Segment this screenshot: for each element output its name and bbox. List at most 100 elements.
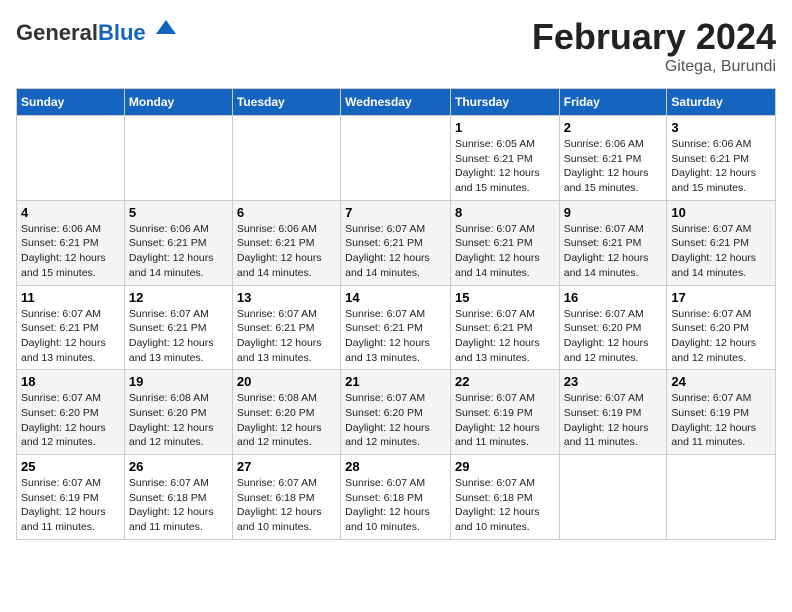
weekday-header: Friday xyxy=(559,89,667,116)
day-info: Sunrise: 6:07 AMSunset: 6:19 PMDaylight:… xyxy=(21,476,120,535)
calendar-cell: 16Sunrise: 6:07 AMSunset: 6:20 PMDayligh… xyxy=(559,285,667,370)
day-info: Sunrise: 6:06 AMSunset: 6:21 PMDaylight:… xyxy=(671,137,771,196)
day-info: Sunrise: 6:07 AMSunset: 6:20 PMDaylight:… xyxy=(671,307,771,366)
calendar-cell: 15 Sunrise: 6:07 AMSunset: 6:21 PMDayligh… xyxy=(450,285,559,370)
day-number: 8 xyxy=(455,205,555,220)
calendar-cell: 21Sunrise: 6:07 AMSunset: 6:20 PMDayligh… xyxy=(341,370,451,455)
calendar-week-row: 18 Sunrise: 6:07 AMSunset: 6:20 PMDayligh… xyxy=(17,370,776,455)
day-number: 21 xyxy=(345,374,446,389)
calendar-cell: 26 Sunrise: 6:07 AMSunset: 6:18 PMDayligh… xyxy=(124,455,232,540)
weekday-header: Wednesday xyxy=(341,89,451,116)
day-number: 14 xyxy=(345,290,446,305)
day-number: 15 xyxy=(455,290,555,305)
day-info: Sunrise: 6:08 AMSunset: 6:20 PMDaylight:… xyxy=(237,391,336,450)
day-number: 17 xyxy=(671,290,771,305)
day-number: 1 xyxy=(455,120,555,135)
weekday-header: Saturday xyxy=(667,89,776,116)
day-number: 24 xyxy=(671,374,771,389)
calendar-table: SundayMondayTuesdayWednesdayThursdayFrid… xyxy=(16,88,776,540)
calendar-week-row: 25 Sunrise: 6:07 AMSunset: 6:19 PMDayligh… xyxy=(17,455,776,540)
weekday-header: Monday xyxy=(124,89,232,116)
logo-icon xyxy=(154,16,178,40)
calendar-cell: 20 Sunrise: 6:08 AMSunset: 6:20 PMDayligh… xyxy=(232,370,340,455)
day-info: Sunrise: 6:06 AMSunset: 6:21 PMDaylight:… xyxy=(237,222,336,281)
day-info: Sunrise: 6:07 AMSunset: 6:18 PMDaylight:… xyxy=(129,476,228,535)
calendar-cell: 22 Sunrise: 6:07 AMSunset: 6:19 PMDayligh… xyxy=(450,370,559,455)
calendar-cell: 23 Sunrise: 6:07 AMSunset: 6:19 PMDayligh… xyxy=(559,370,667,455)
day-number: 9 xyxy=(564,205,663,220)
weekday-header: Sunday xyxy=(17,89,125,116)
day-info: Sunrise: 6:07 AMSunset: 6:21 PMDaylight:… xyxy=(129,307,228,366)
day-info: Sunrise: 6:06 AMSunset: 6:21 PMDaylight:… xyxy=(21,222,120,281)
day-info: Sunrise: 6:07 AMSunset: 6:20 PMDaylight:… xyxy=(21,391,120,450)
calendar-cell: 24Sunrise: 6:07 AMSunset: 6:19 PMDayligh… xyxy=(667,370,776,455)
day-info: Sunrise: 6:07 AMSunset: 6:21 PMDaylight:… xyxy=(21,307,120,366)
calendar-cell: 10 Sunrise: 6:07 AMSunset: 6:21 PMDayligh… xyxy=(667,200,776,285)
calendar-cell: 14 Sunrise: 6:07 AMSunset: 6:21 PMDayligh… xyxy=(341,285,451,370)
day-number: 25 xyxy=(21,459,120,474)
day-info: Sunrise: 6:07 AMSunset: 6:21 PMDaylight:… xyxy=(564,222,663,281)
day-info: Sunrise: 6:06 AMSunset: 6:21 PMDaylight:… xyxy=(564,137,663,196)
weekday-header: Tuesday xyxy=(232,89,340,116)
calendar-cell: 28Sunrise: 6:07 AMSunset: 6:18 PMDayligh… xyxy=(341,455,451,540)
calendar-cell xyxy=(559,455,667,540)
calendar-cell: 12 Sunrise: 6:07 AMSunset: 6:21 PMDayligh… xyxy=(124,285,232,370)
calendar-cell xyxy=(341,116,451,201)
calendar-cell: 3 Sunrise: 6:06 AMSunset: 6:21 PMDaylight… xyxy=(667,116,776,201)
calendar-cell: 7 Sunrise: 6:07 AMSunset: 6:21 PMDaylight… xyxy=(341,200,451,285)
day-info: Sunrise: 6:07 AMSunset: 6:21 PMDaylight:… xyxy=(455,307,555,366)
calendar-cell xyxy=(17,116,125,201)
calendar-week-row: 1 Sunrise: 6:05 AMSunset: 6:21 PMDaylight… xyxy=(17,116,776,201)
calendar-cell: 2 Sunrise: 6:06 AMSunset: 6:21 PMDaylight… xyxy=(559,116,667,201)
logo-blue-text: Blue xyxy=(98,20,146,45)
day-number: 10 xyxy=(671,205,771,220)
day-number: 11 xyxy=(21,290,120,305)
day-number: 2 xyxy=(564,120,663,135)
calendar-cell xyxy=(667,455,776,540)
day-number: 6 xyxy=(237,205,336,220)
day-info: Sunrise: 6:05 AMSunset: 6:21 PMDaylight:… xyxy=(455,137,555,196)
location-text: Gitega, Burundi xyxy=(532,58,776,76)
day-number: 19 xyxy=(129,374,228,389)
calendar-cell: 29 Sunrise: 6:07 AMSunset: 6:18 PMDayligh… xyxy=(450,455,559,540)
calendar-cell: 8 Sunrise: 6:07 AMSunset: 6:21 PMDaylight… xyxy=(450,200,559,285)
calendar-cell: 27Sunrise: 6:07 AMSunset: 6:18 PMDayligh… xyxy=(232,455,340,540)
day-info: Sunrise: 6:07 AMSunset: 6:19 PMDaylight:… xyxy=(564,391,663,450)
day-number: 12 xyxy=(129,290,228,305)
calendar-cell: 1 Sunrise: 6:05 AMSunset: 6:21 PMDaylight… xyxy=(450,116,559,201)
day-number: 7 xyxy=(345,205,446,220)
day-number: 28 xyxy=(345,459,446,474)
day-number: 26 xyxy=(129,459,228,474)
day-number: 13 xyxy=(237,290,336,305)
day-number: 5 xyxy=(129,205,228,220)
day-number: 23 xyxy=(564,374,663,389)
calendar-cell: 13Sunrise: 6:07 AMSunset: 6:21 PMDayligh… xyxy=(232,285,340,370)
day-number: 20 xyxy=(237,374,336,389)
day-info: Sunrise: 6:07 AMSunset: 6:21 PMDaylight:… xyxy=(345,307,446,366)
day-info: Sunrise: 6:06 AMSunset: 6:21 PMDaylight:… xyxy=(129,222,228,281)
logo-general-text: General xyxy=(16,20,98,45)
day-number: 4 xyxy=(21,205,120,220)
logo: GeneralBlue xyxy=(16,16,178,45)
calendar-cell: 17 Sunrise: 6:07 AMSunset: 6:20 PMDayligh… xyxy=(667,285,776,370)
day-number: 3 xyxy=(671,120,771,135)
day-number: 16 xyxy=(564,290,663,305)
day-info: Sunrise: 6:07 AMSunset: 6:19 PMDaylight:… xyxy=(455,391,555,450)
day-info: Sunrise: 6:07 AMSunset: 6:21 PMDaylight:… xyxy=(345,222,446,281)
day-info: Sunrise: 6:07 AMSunset: 6:21 PMDaylight:… xyxy=(671,222,771,281)
day-number: 29 xyxy=(455,459,555,474)
calendar-cell: 9 Sunrise: 6:07 AMSunset: 6:21 PMDaylight… xyxy=(559,200,667,285)
day-info: Sunrise: 6:07 AMSunset: 6:21 PMDaylight:… xyxy=(455,222,555,281)
calendar-cell: 5 Sunrise: 6:06 AMSunset: 6:21 PMDaylight… xyxy=(124,200,232,285)
day-number: 22 xyxy=(455,374,555,389)
calendar-cell: 4 Sunrise: 6:06 AMSunset: 6:21 PMDaylight… xyxy=(17,200,125,285)
day-info: Sunrise: 6:07 AMSunset: 6:18 PMDaylight:… xyxy=(455,476,555,535)
title-block: February 2024 Gitega, Burundi xyxy=(532,16,776,76)
calendar-cell xyxy=(124,116,232,201)
day-number: 18 xyxy=(21,374,120,389)
calendar-cell xyxy=(232,116,340,201)
day-info: Sunrise: 6:07 AMSunset: 6:18 PMDaylight:… xyxy=(237,476,336,535)
calendar-week-row: 11 Sunrise: 6:07 AMSunset: 6:21 PMDayligh… xyxy=(17,285,776,370)
calendar-week-row: 4 Sunrise: 6:06 AMSunset: 6:21 PMDaylight… xyxy=(17,200,776,285)
day-info: Sunrise: 6:08 AMSunset: 6:20 PMDaylight:… xyxy=(129,391,228,450)
